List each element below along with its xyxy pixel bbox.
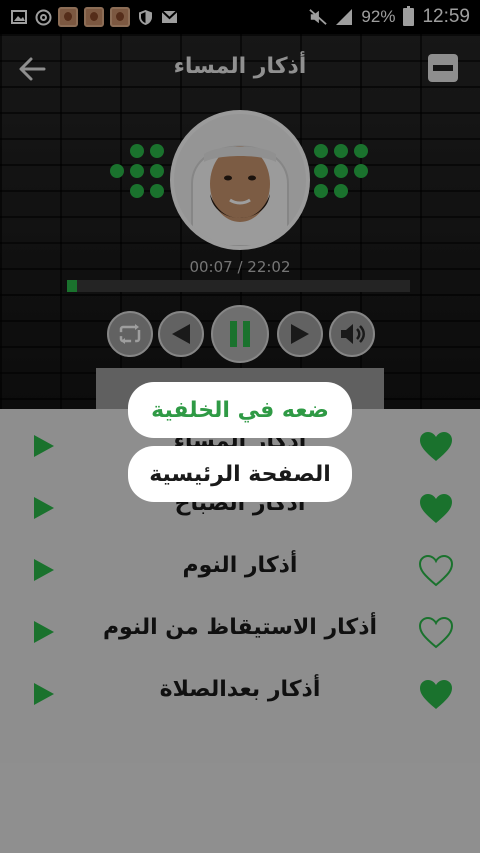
mail-icon xyxy=(160,8,178,26)
heart-outline-icon[interactable] xyxy=(418,555,454,587)
reciter-avatar xyxy=(170,110,310,250)
mute-icon xyxy=(309,8,328,26)
volume-icon[interactable] xyxy=(329,311,375,357)
list-item[interactable]: أذكار بعدالصلاة xyxy=(0,661,480,723)
list-item-title: أذكار الاستيقاظ من النوم xyxy=(102,615,378,640)
equalizer-left xyxy=(110,144,164,198)
heart-filled-icon[interactable] xyxy=(418,679,454,711)
list-item[interactable]: أذكار الاستيقاظ من النوم xyxy=(0,599,480,661)
heart-outline-icon[interactable] xyxy=(418,617,454,649)
repeat-icon[interactable] xyxy=(107,311,153,357)
progress-bar[interactable] xyxy=(67,280,410,292)
equalizer-right xyxy=(314,144,368,198)
photo-thumb-3 xyxy=(110,7,130,27)
play-icon[interactable] xyxy=(30,619,56,645)
play-icon[interactable] xyxy=(30,557,56,583)
home-page-button[interactable]: الصفحة الرئيسية xyxy=(128,446,352,502)
at-icon xyxy=(34,8,52,26)
notification-icons xyxy=(10,7,178,27)
battery-percent: 92% xyxy=(361,7,396,26)
progress-fill xyxy=(67,280,78,292)
menu-icon[interactable] xyxy=(428,54,458,82)
pause-icon[interactable] xyxy=(211,305,269,363)
page-title: أذكار المساء xyxy=(173,54,307,79)
status-bar: 92% 12:59 xyxy=(0,0,480,34)
photo-thumb-1 xyxy=(58,7,78,27)
image-icon xyxy=(10,8,28,26)
list-item-title: أذكار النوم xyxy=(182,553,298,578)
heart-filled-icon[interactable] xyxy=(418,431,454,463)
clock: 12:59 xyxy=(422,6,470,27)
run-in-background-button[interactable]: ضعه في الخلفية xyxy=(128,382,352,438)
playback-time: 00:07 / 22:02 xyxy=(189,258,291,276)
player-controls xyxy=(0,305,480,366)
previous-icon[interactable] xyxy=(158,311,204,357)
heart-filled-icon[interactable] xyxy=(418,493,454,525)
list-item[interactable]: أذكار النوم xyxy=(0,537,480,599)
shield-icon xyxy=(136,8,154,26)
battery-icon xyxy=(403,6,415,26)
next-icon[interactable] xyxy=(277,311,323,357)
player-panel: أذكار المساء 00:07 / 22:02 xyxy=(0,34,480,409)
app-header: أذكار المساء xyxy=(0,34,480,104)
list-item-title: أذكار بعدالصلاة xyxy=(159,677,321,702)
play-icon[interactable] xyxy=(30,495,56,521)
signal-icon xyxy=(335,8,353,26)
photo-thumb-2 xyxy=(84,7,104,27)
play-icon[interactable] xyxy=(30,681,56,707)
system-icons: 92% 12:59 xyxy=(309,6,470,28)
play-icon[interactable] xyxy=(30,433,56,459)
